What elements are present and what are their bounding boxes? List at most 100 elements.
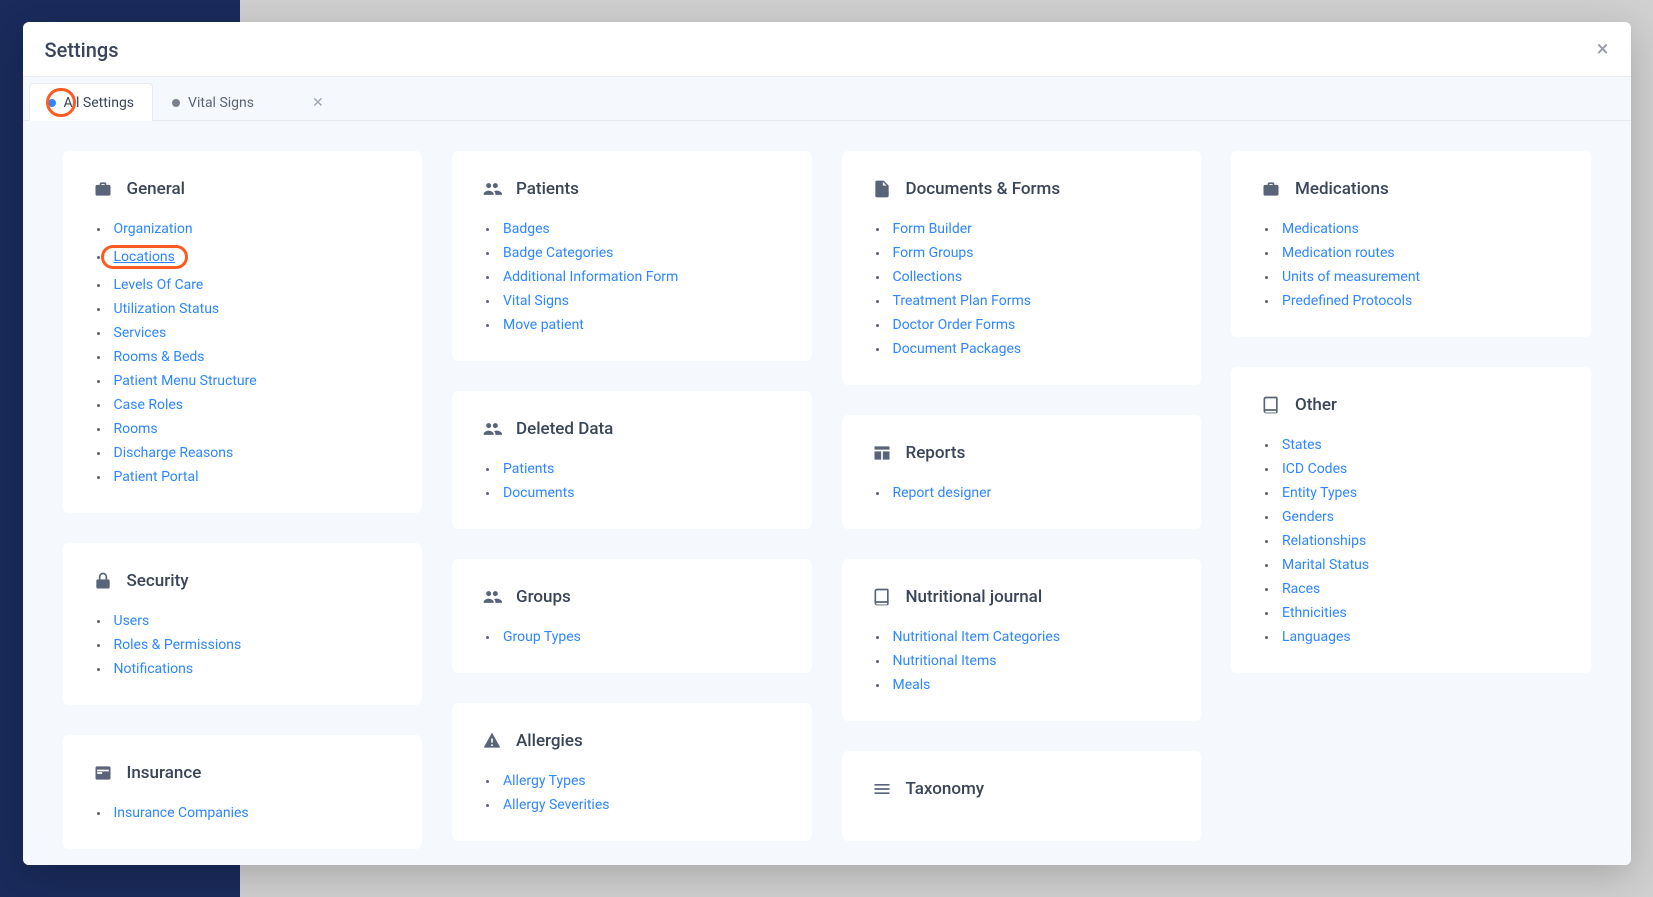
settings-link-collections[interactable]: Collections [893,269,963,285]
list-item: Organization [97,217,393,241]
list-item: Report designer [876,481,1172,505]
card-title: Medications [1295,179,1389,199]
settings-link-units-of-measurement[interactable]: Units of measurement [1282,269,1420,285]
bullet-icon [97,356,100,359]
settings-link-states[interactable]: States [1282,437,1322,453]
settings-link-medications[interactable]: Medications [1282,221,1359,237]
list-item: Additional Information Form [486,265,782,289]
bullet-icon [97,668,100,671]
settings-link-medication-routes[interactable]: Medication routes [1282,245,1395,261]
settings-link-discharge-reasons[interactable]: Discharge Reasons [114,445,234,461]
list-item: Case Roles [97,393,393,417]
tab-close-button[interactable]: ✕ [312,95,324,111]
link-list: Organization Locations Levels Of Care Utili… [93,217,393,489]
settings-card-allergies: Allergies Allergy Types Allergy Severities [452,703,812,841]
settings-link-form-builder[interactable]: Form Builder [893,221,972,237]
card-header: Security [93,571,393,591]
list-item: Marital Status [1265,553,1561,577]
settings-link-badges[interactable]: Badges [503,221,550,237]
link-list: Patients Documents [482,457,782,505]
list-item: ICD Codes [1265,457,1561,481]
list-item: Patient Portal [97,465,393,489]
bullet-icon [97,812,100,815]
settings-card-insurance: InsuranceInsurance Companies [63,735,423,849]
settings-link-doctor-order-forms[interactable]: Doctor Order Forms [893,317,1016,333]
briefcase-icon [93,179,113,199]
settings-link-notifications[interactable]: Notifications [114,661,194,677]
settings-link-marital-status[interactable]: Marital Status [1282,557,1369,573]
settings-link-services[interactable]: Services [114,325,167,341]
settings-link-roles-permissions[interactable]: Roles & Permissions [114,637,242,653]
settings-link-meals[interactable]: Meals [893,677,931,693]
card-header: Nutritional journal [872,587,1172,607]
bullet-icon [97,476,100,479]
settings-link-report-designer[interactable]: Report designer [893,485,992,501]
settings-link-rooms[interactable]: Rooms [114,421,158,437]
settings-link-nutritional-items[interactable]: Nutritional Items [893,653,997,669]
bullet-icon [1265,636,1268,639]
link-list: Form Builder Form Groups Collections Treatm… [872,217,1172,361]
settings-link-predefined-protocols[interactable]: Predefined Protocols [1282,293,1412,309]
link-list: Insurance Companies [93,801,393,825]
bullet-icon [1265,588,1268,591]
bullet-icon [1265,540,1268,543]
settings-columns: GeneralOrganizationLocationsLevels Of Ca… [23,121,1631,865]
settings-link-group-types[interactable]: Group Types [503,629,581,645]
settings-link-nutritional-item-categories[interactable]: Nutritional Item Categories [893,629,1061,645]
list-item: Entity Types [1265,481,1561,505]
settings-link-patient-menu-structure[interactable]: Patient Menu Structure [114,373,257,389]
bullet-icon [486,492,489,495]
list-item: Doctor Order Forms [876,313,1172,337]
list-item: Nutritional Items [876,649,1172,673]
settings-link-races[interactable]: Races [1282,581,1320,597]
card-title: Allergies [516,731,583,751]
settings-link-additional-information-form[interactable]: Additional Information Form [503,269,678,285]
settings-modal: Settings × All SettingsVital Signs✕ Gene… [23,22,1631,865]
modal-close-button[interactable]: × [1597,39,1609,61]
settings-link-document-packages[interactable]: Document Packages [893,341,1022,357]
settings-link-languages[interactable]: Languages [1282,629,1351,645]
card-header: Allergies [482,731,782,751]
settings-link-organization[interactable]: Organization [114,221,193,237]
settings-link-patients[interactable]: Patients [503,461,554,477]
bullet-icon [486,804,489,807]
settings-link-icd-codes[interactable]: ICD Codes [1282,461,1347,477]
list-item: Meals [876,673,1172,697]
settings-link-levels-of-care[interactable]: Levels Of Care [114,277,204,293]
settings-link-insurance-companies[interactable]: Insurance Companies [114,805,249,821]
settings-link-allergy-severities[interactable]: Allergy Severities [503,797,609,813]
tab-all-settings[interactable]: All Settings [29,83,154,121]
settings-link-badge-categories[interactable]: Badge Categories [503,245,613,261]
settings-link-case-roles[interactable]: Case Roles [114,397,184,413]
settings-link-genders[interactable]: Genders [1282,509,1334,525]
settings-link-locations[interactable]: Locations [114,249,175,265]
settings-link-users[interactable]: Users [114,613,150,629]
settings-link-vital-signs[interactable]: Vital Signs [503,293,569,309]
settings-link-patient-portal[interactable]: Patient Portal [114,469,199,485]
list-item: Badges [486,217,782,241]
link-list: States ICD Codes Entity Types Genders Relati… [1261,433,1561,649]
bullet-icon [1265,516,1268,519]
card-title: Groups [516,587,571,607]
settings-link-allergy-types[interactable]: Allergy Types [503,773,586,789]
settings-link-utilization-status[interactable]: Utilization Status [114,301,220,317]
bullet-icon [1265,444,1268,447]
card-header: Patients [482,179,782,199]
bullet-icon [97,332,100,335]
bullet-icon [486,300,489,303]
settings-link-documents[interactable]: Documents [503,485,574,501]
settings-link-rooms-beds[interactable]: Rooms & Beds [114,349,205,365]
tab-vital-signs[interactable]: Vital Signs✕ [153,83,343,121]
settings-link-relationships[interactable]: Relationships [1282,533,1366,549]
settings-link-form-groups[interactable]: Form Groups [893,245,974,261]
users-icon [482,587,502,607]
modal-body: GeneralOrganizationLocationsLevels Of Ca… [23,121,1631,865]
bullet-icon [97,284,100,287]
list-item: Discharge Reasons [97,441,393,465]
settings-link-entity-types[interactable]: Entity Types [1282,485,1357,501]
settings-link-move-patient[interactable]: Move patient [503,317,584,333]
list-item: Collections [876,265,1172,289]
bullet-icon [1265,468,1268,471]
settings-link-treatment-plan-forms[interactable]: Treatment Plan Forms [893,293,1031,309]
settings-link-ethnicities[interactable]: Ethnicities [1282,605,1347,621]
